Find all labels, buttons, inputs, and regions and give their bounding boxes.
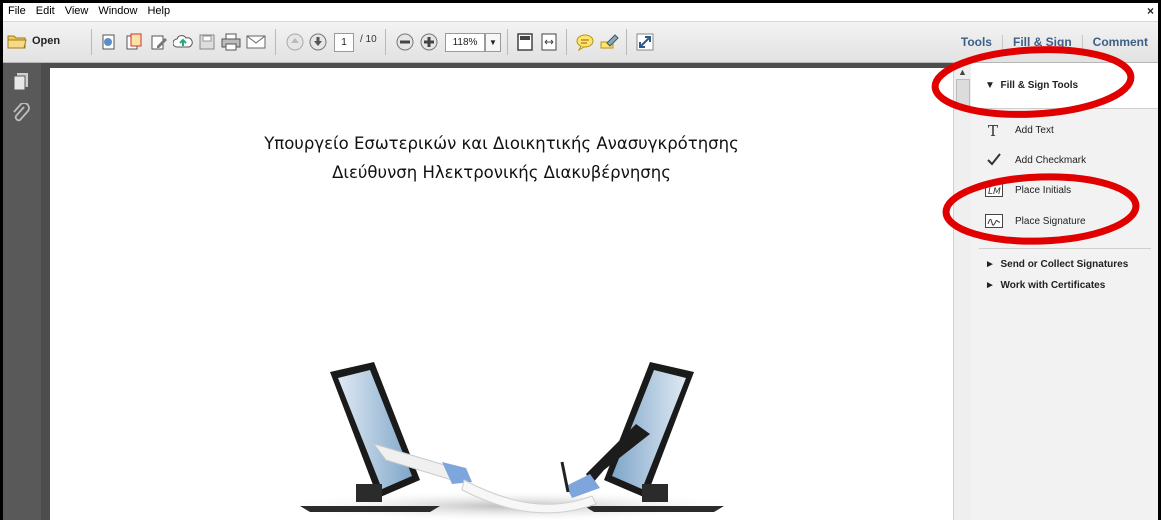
svg-text:T: T xyxy=(988,122,998,138)
highlight-icon[interactable] xyxy=(599,32,619,52)
menu-view[interactable]: View xyxy=(60,3,94,17)
toolbar-separator xyxy=(275,29,276,55)
collapsed-section-label: Work with Certificates xyxy=(1000,280,1106,291)
tool-add-checkmark[interactable]: Add Checkmark xyxy=(971,149,1158,171)
section-divider xyxy=(979,248,1151,249)
scrollbar-thumb[interactable] xyxy=(956,79,970,109)
document-view[interactable]: Υπουργείο Εσωτερικών και Διοικητικής Ανα… xyxy=(41,63,953,520)
edit-pdf-icon[interactable] xyxy=(149,32,169,52)
fill-sign-tools-header[interactable]: ▼ Fill & Sign Tools xyxy=(971,63,1158,109)
menu-edit[interactable]: Edit xyxy=(31,3,60,17)
e-signature-illustration xyxy=(272,362,752,520)
open-label: Open xyxy=(32,35,61,47)
combine-files-icon[interactable] xyxy=(124,32,144,52)
acrobat-window: File Edit View Window Help × Open 1 / 10… xyxy=(3,3,1158,520)
tab-comment[interactable]: Comment xyxy=(1081,35,1158,49)
left-navigation-pane xyxy=(3,63,41,520)
task-pane-tabs: Tools Fill & Sign Comment xyxy=(951,22,1158,62)
document-heading-line1: Υπουργείο Εσωτερικών και Διοικητικής Ανα… xyxy=(264,134,739,153)
toolbar-separator xyxy=(566,29,567,55)
fill-sign-pane: ▼ Fill & Sign Tools T Add Text Add Check… xyxy=(971,63,1158,520)
menu-help[interactable]: Help xyxy=(142,3,175,17)
expanded-triangle-icon: ▼ xyxy=(985,80,995,91)
page-number-input[interactable]: 1 xyxy=(334,33,354,52)
fullscreen-icon[interactable] xyxy=(635,32,655,52)
page-total: / 10 xyxy=(360,34,377,45)
page-thumbnails-icon[interactable] xyxy=(11,71,31,91)
collapsed-triangle-icon: ► xyxy=(985,280,995,291)
section-title: Fill & Sign Tools xyxy=(1000,80,1079,91)
toolbar-separator xyxy=(91,29,92,55)
initials-icon: LM xyxy=(985,182,1003,198)
signature-icon xyxy=(985,213,1003,229)
tool-label: Place Initials xyxy=(1015,184,1072,196)
open-button[interactable]: Open xyxy=(7,31,60,51)
collapsed-triangle-icon: ► xyxy=(985,259,995,270)
tab-tools[interactable]: Tools xyxy=(951,35,1002,49)
zoom-dropdown-arrow[interactable]: ▼ xyxy=(485,33,501,52)
tool-label: Add Checkmark xyxy=(1015,154,1087,166)
next-page-icon[interactable] xyxy=(308,32,328,52)
checkmark-icon xyxy=(985,152,1003,168)
folder-icon xyxy=(7,31,27,51)
section-work-with-certificates[interactable]: ► Work with Certificates xyxy=(985,280,1105,291)
create-pdf-icon[interactable] xyxy=(99,32,119,52)
paperclip-attachments-icon[interactable] xyxy=(11,102,31,123)
menu-bar: File Edit View Window Help × xyxy=(3,3,1158,22)
tool-place-initials[interactable]: LM Place Initials xyxy=(971,179,1158,201)
toolbar-separator xyxy=(626,29,627,55)
pdf-page: Υπουργείο Εσωτερικών και Διοικητικής Ανα… xyxy=(50,68,953,520)
save-icon[interactable] xyxy=(197,32,217,52)
toolbar-separator xyxy=(507,29,508,55)
menu-window[interactable]: Window xyxy=(93,3,142,17)
text-T-icon: T xyxy=(985,122,1003,138)
menu-file[interactable]: File xyxy=(3,3,31,17)
comment-bubble-icon[interactable] xyxy=(575,32,595,52)
zoom-level-field[interactable]: 118% xyxy=(445,33,485,52)
toolbar: Open 1 / 10 118% ▼ Tools Fill & Sign Com… xyxy=(3,22,1158,63)
cloud-upload-icon[interactable] xyxy=(173,32,193,52)
print-icon[interactable] xyxy=(221,32,241,52)
zoom-out-icon[interactable] xyxy=(395,32,415,52)
tool-place-signature[interactable]: Place Signature xyxy=(971,210,1158,232)
vertical-scrollbar[interactable]: ▲ xyxy=(953,63,972,520)
document-heading-line2: Διεύθυνση Ηλεκτρονικής Διακυβέρνησης xyxy=(332,163,671,182)
zoom-in-icon[interactable] xyxy=(419,32,439,52)
fit-page-icon[interactable] xyxy=(515,32,535,52)
collapsed-section-label: Send or Collect Signatures xyxy=(1000,259,1129,270)
email-icon[interactable] xyxy=(246,32,266,52)
scroll-up-arrow-icon[interactable]: ▲ xyxy=(958,67,967,77)
section-send-or-collect-signatures[interactable]: ► Send or Collect Signatures xyxy=(985,259,1128,270)
tool-label: Place Signature xyxy=(1015,215,1086,227)
tool-label: Add Text xyxy=(1015,124,1054,136)
svg-text:LM: LM xyxy=(988,187,1001,197)
previous-page-icon[interactable] xyxy=(285,32,305,52)
fit-width-icon[interactable] xyxy=(539,32,559,52)
close-document-button[interactable]: × xyxy=(1147,4,1154,18)
tab-fill-and-sign[interactable]: Fill & Sign xyxy=(1001,35,1082,49)
tool-add-text[interactable]: T Add Text xyxy=(971,119,1158,141)
toolbar-separator xyxy=(385,29,386,55)
